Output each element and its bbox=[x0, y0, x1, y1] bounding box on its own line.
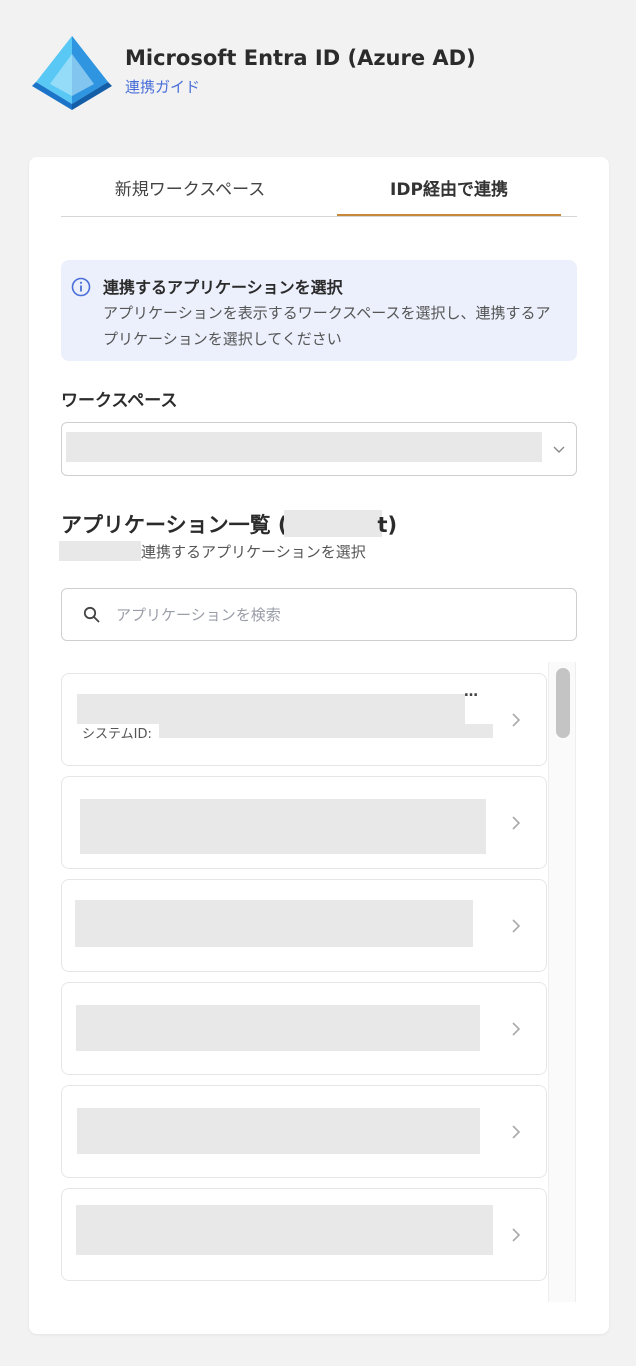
app-header: Microsoft Entra ID (Azure AD) 連携ガイド bbox=[32, 34, 612, 110]
workspace-select[interactable] bbox=[61, 422, 577, 476]
workspace-label: ワークスペース bbox=[61, 391, 178, 411]
list-item[interactable] bbox=[61, 1085, 547, 1178]
list-subtitle-text: 連携するアプリケーションを選択 bbox=[141, 543, 366, 561]
chevron-right-icon bbox=[512, 816, 521, 830]
scrollbar-thumb[interactable] bbox=[556, 668, 570, 738]
application-list: … システムID: bbox=[61, 662, 581, 1302]
redacted-subtitle-prefix bbox=[59, 541, 141, 561]
info-title: 連携するアプリケーションを選択 bbox=[103, 278, 343, 297]
application-list-title: アプリケーション一覧 ( t) bbox=[61, 509, 397, 539]
chevron-right-icon bbox=[512, 1125, 521, 1139]
chevron-right-icon bbox=[512, 1022, 521, 1036]
redacted-app-name bbox=[80, 799, 486, 854]
redacted-app-name bbox=[76, 1205, 493, 1255]
main-card: 新規ワークスペース IDP経由で連携 連携するアプリケーションを選択 アプリケー… bbox=[29, 157, 609, 1334]
list-item[interactable] bbox=[61, 776, 547, 869]
info-icon bbox=[71, 277, 91, 297]
list-scrollbar[interactable] bbox=[548, 662, 576, 1302]
chevron-right-icon bbox=[512, 919, 521, 933]
tab-new-workspace[interactable]: 新規ワークスペース bbox=[61, 157, 319, 217]
application-list-subtitle: 連携するアプリケーションを選択 bbox=[59, 541, 366, 562]
list-item[interactable] bbox=[61, 1188, 547, 1281]
redacted-system-id bbox=[159, 724, 493, 738]
list-item[interactable] bbox=[61, 982, 547, 1075]
list-title-suffix: t) bbox=[377, 513, 398, 537]
application-search-box bbox=[61, 588, 577, 641]
list-title-prefix: アプリケーション一覧 ( bbox=[61, 513, 288, 537]
tab-idp-integration[interactable]: IDP経由で連携 bbox=[337, 157, 561, 217]
redacted-workspace-value bbox=[66, 432, 542, 462]
info-banner: 連携するアプリケーションを選択 アプリケーションを表示するワークスペースを選択し… bbox=[61, 260, 577, 361]
chevron-right-icon bbox=[512, 1228, 521, 1242]
active-tab-indicator bbox=[337, 214, 561, 216]
list-item[interactable]: … システムID: bbox=[61, 673, 547, 766]
page-title: Microsoft Entra ID (Azure AD) bbox=[125, 46, 476, 70]
chevron-down-icon bbox=[553, 446, 565, 453]
search-icon bbox=[83, 606, 100, 623]
system-id-label: システムID: bbox=[82, 727, 152, 742]
info-description: アプリケーションを表示するワークスペースを選択し、連携するアプリケーションを選択… bbox=[103, 304, 551, 348]
list-item[interactable] bbox=[61, 879, 547, 972]
truncation-ellipsis: … bbox=[464, 684, 478, 700]
redacted-app-name bbox=[77, 1108, 480, 1154]
azure-entra-logo-icon bbox=[32, 36, 112, 110]
redacted-app-name bbox=[77, 694, 465, 724]
redacted-count bbox=[283, 510, 382, 537]
redacted-app-name bbox=[75, 900, 473, 947]
application-search-input[interactable] bbox=[116, 599, 556, 631]
chevron-right-icon bbox=[512, 713, 521, 727]
redacted-app-name bbox=[76, 1005, 480, 1051]
tab-bar: 新規ワークスペース IDP経由で連携 bbox=[61, 157, 577, 217]
integration-guide-link[interactable]: 連携ガイド bbox=[125, 76, 200, 97]
